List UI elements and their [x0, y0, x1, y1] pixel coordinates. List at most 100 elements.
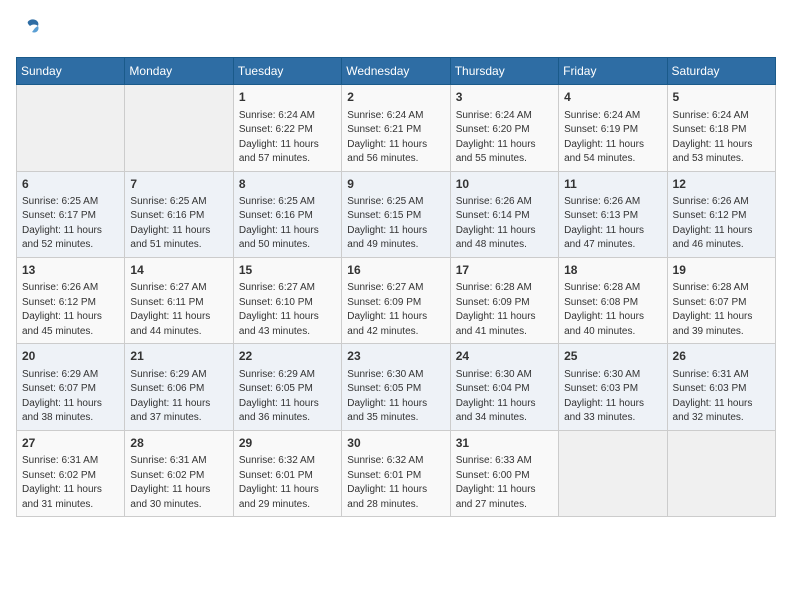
day-number: 18 [564, 262, 661, 279]
calendar-cell: 31Sunrise: 6:33 AM Sunset: 6:00 PM Dayli… [450, 430, 558, 516]
calendar-cell: 2 Sunrise: 6:24 AM Sunset: 6:21 PM Daylig… [342, 85, 450, 171]
cell-sun-info: Sunrise: 6:31 AM Sunset: 6:02 PM Dayligh… [130, 454, 227, 512]
cell-sun-info: Sunrise: 6:31 AM Sunset: 6:03 PM Dayligh… [673, 368, 770, 426]
day-number: 6 [22, 176, 119, 193]
calendar-week-row: 20 Sunrise: 6:29 AM Sunset: 6:07 PM Dayli… [17, 344, 776, 430]
cell-sun-info: Sunrise: 6:26 AM Sunset: 6:14 PM Dayligh… [456, 195, 553, 253]
cell-sun-info: Sunrise: 6:29 AM Sunset: 6:07 PM Dayligh… [22, 368, 119, 426]
cell-sun-info: Sunrise: 6:25 AM Sunset: 6:15 PM Dayligh… [347, 195, 444, 253]
calendar-cell: 24 Sunrise: 6:30 AM Sunset: 6:04 PM Dayli… [450, 344, 558, 430]
day-number: 2 [347, 89, 444, 106]
calendar-cell: 23 Sunrise: 6:30 AM Sunset: 6:05 PM Dayli… [342, 344, 450, 430]
cell-sun-info: Sunrise: 6:27 AM Sunset: 6:10 PM Dayligh… [239, 281, 336, 339]
calendar-body: 1 Sunrise: 6:24 AM Sunset: 6:22 PM Daylig… [17, 85, 776, 517]
cell-sun-info: Sunrise: 6:31 AM Sunset: 6:02 PM Dayligh… [22, 454, 119, 512]
calendar-cell: 28 Sunrise: 6:31 AM Sunset: 6:02 PM Dayli… [125, 430, 233, 516]
calendar-cell [667, 430, 775, 516]
calendar-cell: 13 Sunrise: 6:26 AM Sunset: 6:12 PM Dayli… [17, 257, 125, 343]
cell-sun-info: Sunrise: 6:29 AM Sunset: 6:05 PM Dayligh… [239, 368, 336, 426]
calendar-cell: 8Sunrise: 6:25 AM Sunset: 6:16 PM Daylig… [233, 171, 341, 257]
calendar-cell: 5 Sunrise: 6:24 AM Sunset: 6:18 PM Daylig… [667, 85, 775, 171]
calendar-table: SundayMondayTuesdayWednesdayThursdayFrid… [16, 57, 776, 517]
day-number: 11 [564, 176, 661, 193]
calendar-cell: 9 Sunrise: 6:25 AM Sunset: 6:15 PM Daylig… [342, 171, 450, 257]
day-number: 30 [347, 435, 444, 452]
calendar-week-row: 13 Sunrise: 6:26 AM Sunset: 6:12 PM Dayli… [17, 257, 776, 343]
calendar-cell [17, 85, 125, 171]
calendar-cell [559, 430, 667, 516]
day-number: 17 [456, 262, 553, 279]
day-number: 25 [564, 348, 661, 365]
day-number: 5 [673, 89, 770, 106]
cell-sun-info: Sunrise: 6:30 AM Sunset: 6:04 PM Dayligh… [456, 368, 553, 426]
cell-sun-info: Sunrise: 6:24 AM Sunset: 6:22 PM Dayligh… [239, 109, 336, 167]
calendar-cell: 10Sunrise: 6:26 AM Sunset: 6:14 PM Dayli… [450, 171, 558, 257]
calendar-cell: 29 Sunrise: 6:32 AM Sunset: 6:01 PM Dayli… [233, 430, 341, 516]
cell-sun-info: Sunrise: 6:25 AM Sunset: 6:16 PM Dayligh… [239, 195, 336, 253]
page-header [16, 16, 776, 45]
day-number: 26 [673, 348, 770, 365]
logo-bird-icon [18, 16, 42, 40]
calendar-cell: 12 Sunrise: 6:26 AM Sunset: 6:12 PM Dayli… [667, 171, 775, 257]
cell-sun-info: Sunrise: 6:26 AM Sunset: 6:12 PM Dayligh… [673, 195, 770, 253]
day-number: 27 [22, 435, 119, 452]
day-number: 4 [564, 89, 661, 106]
cell-sun-info: Sunrise: 6:30 AM Sunset: 6:05 PM Dayligh… [347, 368, 444, 426]
day-number: 7 [130, 176, 227, 193]
cell-sun-info: Sunrise: 6:25 AM Sunset: 6:17 PM Dayligh… [22, 195, 119, 253]
cell-sun-info: Sunrise: 6:24 AM Sunset: 6:19 PM Dayligh… [564, 109, 661, 167]
day-number: 28 [130, 435, 227, 452]
calendar-cell [125, 85, 233, 171]
cell-sun-info: Sunrise: 6:28 AM Sunset: 6:08 PM Dayligh… [564, 281, 661, 339]
calendar-cell: 7Sunrise: 6:25 AM Sunset: 6:16 PM Daylig… [125, 171, 233, 257]
calendar-cell: 21 Sunrise: 6:29 AM Sunset: 6:06 PM Dayli… [125, 344, 233, 430]
calendar-cell: 19 Sunrise: 6:28 AM Sunset: 6:07 PM Dayli… [667, 257, 775, 343]
cell-sun-info: Sunrise: 6:32 AM Sunset: 6:01 PM Dayligh… [347, 454, 444, 512]
day-number: 16 [347, 262, 444, 279]
cell-sun-info: Sunrise: 6:28 AM Sunset: 6:07 PM Dayligh… [673, 281, 770, 339]
weekday-label: Thursday [450, 58, 558, 85]
cell-sun-info: Sunrise: 6:32 AM Sunset: 6:01 PM Dayligh… [239, 454, 336, 512]
cell-sun-info: Sunrise: 6:26 AM Sunset: 6:12 PM Dayligh… [22, 281, 119, 339]
day-number: 14 [130, 262, 227, 279]
day-number: 21 [130, 348, 227, 365]
cell-sun-info: Sunrise: 6:30 AM Sunset: 6:03 PM Dayligh… [564, 368, 661, 426]
calendar-cell: 14 Sunrise: 6:27 AM Sunset: 6:11 PM Dayli… [125, 257, 233, 343]
cell-sun-info: Sunrise: 6:24 AM Sunset: 6:21 PM Dayligh… [347, 109, 444, 167]
day-number: 1 [239, 89, 336, 106]
calendar-cell: 22Sunrise: 6:29 AM Sunset: 6:05 PM Dayli… [233, 344, 341, 430]
calendar-cell: 4 Sunrise: 6:24 AM Sunset: 6:19 PM Daylig… [559, 85, 667, 171]
day-number: 20 [22, 348, 119, 365]
calendar-cell: 27 Sunrise: 6:31 AM Sunset: 6:02 PM Dayli… [17, 430, 125, 516]
day-number: 23 [347, 348, 444, 365]
cell-sun-info: Sunrise: 6:27 AM Sunset: 6:11 PM Dayligh… [130, 281, 227, 339]
cell-sun-info: Sunrise: 6:29 AM Sunset: 6:06 PM Dayligh… [130, 368, 227, 426]
weekday-header-row: SundayMondayTuesdayWednesdayThursdayFrid… [17, 58, 776, 85]
day-number: 29 [239, 435, 336, 452]
calendar-cell: 6 Sunrise: 6:25 AM Sunset: 6:17 PM Daylig… [17, 171, 125, 257]
logo [16, 16, 42, 45]
calendar-cell: 17 Sunrise: 6:28 AM Sunset: 6:09 PM Dayli… [450, 257, 558, 343]
calendar-cell: 1 Sunrise: 6:24 AM Sunset: 6:22 PM Daylig… [233, 85, 341, 171]
cell-sun-info: Sunrise: 6:33 AM Sunset: 6:00 PM Dayligh… [456, 454, 553, 512]
calendar-week-row: 27 Sunrise: 6:31 AM Sunset: 6:02 PM Dayli… [17, 430, 776, 516]
weekday-label: Friday [559, 58, 667, 85]
calendar-cell: 16 Sunrise: 6:27 AM Sunset: 6:09 PM Dayli… [342, 257, 450, 343]
cell-sun-info: Sunrise: 6:28 AM Sunset: 6:09 PM Dayligh… [456, 281, 553, 339]
calendar-cell: 11 Sunrise: 6:26 AM Sunset: 6:13 PM Dayli… [559, 171, 667, 257]
cell-sun-info: Sunrise: 6:24 AM Sunset: 6:18 PM Dayligh… [673, 109, 770, 167]
weekday-label: Saturday [667, 58, 775, 85]
day-number: 13 [22, 262, 119, 279]
cell-sun-info: Sunrise: 6:26 AM Sunset: 6:13 PM Dayligh… [564, 195, 661, 253]
calendar-week-row: 6 Sunrise: 6:25 AM Sunset: 6:17 PM Daylig… [17, 171, 776, 257]
day-number: 24 [456, 348, 553, 365]
cell-sun-info: Sunrise: 6:24 AM Sunset: 6:20 PM Dayligh… [456, 109, 553, 167]
day-number: 19 [673, 262, 770, 279]
calendar-cell: 18 Sunrise: 6:28 AM Sunset: 6:08 PM Dayli… [559, 257, 667, 343]
day-number: 12 [673, 176, 770, 193]
day-number: 15 [239, 262, 336, 279]
calendar-cell: 15 Sunrise: 6:27 AM Sunset: 6:10 PM Dayli… [233, 257, 341, 343]
day-number: 9 [347, 176, 444, 193]
cell-sun-info: Sunrise: 6:27 AM Sunset: 6:09 PM Dayligh… [347, 281, 444, 339]
calendar-cell: 30 Sunrise: 6:32 AM Sunset: 6:01 PM Dayli… [342, 430, 450, 516]
